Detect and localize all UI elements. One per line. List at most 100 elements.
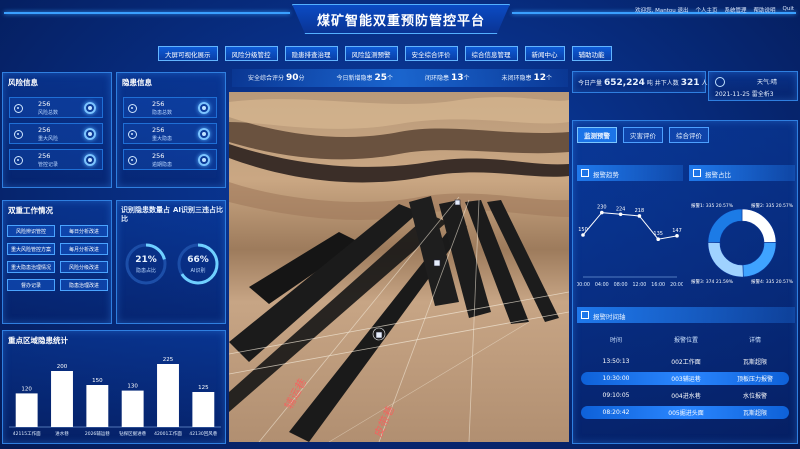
- link-help[interactable]: 帮助说明: [753, 6, 775, 14]
- alarm-trend-title: 报警趋势: [593, 171, 619, 179]
- work-btn-monthly[interactable]: 每月分析改进: [60, 243, 108, 255]
- header-links: 欢迎您, Mantou 退出 个人主页 系统管理 帮助说明 Quit: [635, 6, 794, 14]
- tunnel-label-aux: 辅运巷: [281, 376, 309, 412]
- pie-slice: [707, 208, 743, 243]
- nav-item-safety[interactable]: 安全综合评价: [404, 46, 458, 61]
- alarm-table-title: 报警时间轴: [593, 313, 626, 321]
- hazard-overdue-label: 逾期隐患: [152, 162, 173, 168]
- hazard-item-major[interactable]: 256 重大隐患: [123, 123, 217, 144]
- hazard-overdue-value: 256: [152, 152, 165, 160]
- nav-item-hazard[interactable]: 隐患排查治理: [284, 46, 338, 61]
- nav-item-aux[interactable]: 辅助功能: [571, 46, 612, 61]
- pie-slice: [741, 208, 777, 243]
- donut-ai-value: 66%: [187, 255, 209, 265]
- alarm-trend-header: 报警趋势: [577, 165, 683, 181]
- hazard-item-total[interactable]: 256 隐患总数: [123, 97, 217, 118]
- nav-item-news[interactable]: 新闻中心: [524, 46, 565, 61]
- alarm-table-header: 报警时间轴: [577, 307, 795, 323]
- tab-overall[interactable]: 综合评价: [669, 127, 709, 143]
- pie-label: 报警4: 335 20.57%: [751, 278, 794, 285]
- trend-value-label: 135: [653, 231, 663, 237]
- nav-item-risk[interactable]: 风险分级管控: [224, 46, 278, 61]
- target-icon: [84, 102, 96, 114]
- bar-category-label: 42115工作面: [13, 430, 41, 437]
- bar: [121, 390, 144, 427]
- district-panel: 重点区域隐患统计 120 42115工作面 200 进水巷 150 2026辅运巷 130 钻…: [2, 330, 226, 444]
- nav-item-info[interactable]: 综合信息管理: [464, 46, 518, 61]
- target-icon: [198, 154, 210, 166]
- trend-point: [637, 214, 642, 218]
- link-quit[interactable]: Quit: [783, 6, 795, 14]
- link-home[interactable]: 个人主页: [695, 6, 717, 14]
- hazard-total-icon: [128, 104, 137, 113]
- trend-x-label: 00:00: [577, 282, 590, 288]
- risk-records-value: 256: [38, 152, 51, 160]
- trend-x-label: 12:00: [632, 282, 646, 288]
- weather-box: 天气:晴 2021-11-25 雷全析3: [708, 71, 798, 101]
- page-title: 煤矿智能双重预防管控平台: [316, 13, 485, 29]
- bar: [192, 392, 215, 427]
- alarm-table-head: 时间 报警位置 详情: [609, 337, 761, 344]
- pie-slice: [707, 242, 744, 278]
- work-btn-hazard-improve[interactable]: 隐患治理改进: [60, 279, 108, 291]
- trend-point: [581, 233, 585, 237]
- production-box: 今日产量 652,224 吨 井下人数 321 人: [572, 71, 708, 93]
- pie-label: 报警3: 374 21.59%: [691, 278, 734, 285]
- risk-records-label: 管控记录: [38, 162, 59, 168]
- table-row[interactable]: 10:30:00 003辅运巷 顶板压力报警: [581, 372, 789, 385]
- table-row[interactable]: 13:50:13 002工作面 瓦斯超限: [581, 355, 789, 368]
- stat-closed: 闭环隐患 13个: [425, 73, 470, 83]
- risk-item-total[interactable]: 256 风险总数: [9, 97, 103, 118]
- table-row[interactable]: 09:10:05 004进水巷 水位报警: [581, 389, 789, 402]
- link-system[interactable]: 系统管理: [724, 6, 746, 14]
- right-panel: 监测预警 灾害评价 综合评价 报警趋势 150 00:00 230 04:00 224 0…: [572, 120, 798, 444]
- bar-value-label: 125: [198, 385, 209, 391]
- work-btn-major-plan[interactable]: 重大风险管控方案: [7, 243, 55, 255]
- risk-panel-title: 风险信息: [8, 78, 38, 87]
- trend-point: [618, 212, 623, 217]
- risk-item-records[interactable]: 256 管控记录: [9, 149, 103, 170]
- bar-value-label: 150: [92, 378, 103, 384]
- trend-x-label: 16:00: [651, 282, 665, 288]
- weather-date: 2021-11-25 雷全析3: [715, 91, 774, 98]
- alarm-ratio-header: 报警占比: [689, 165, 795, 181]
- work-btn-risk-id[interactable]: 风险辨识管控: [7, 225, 55, 237]
- work-btn-major-hazard[interactable]: 重大隐患治理情况: [7, 261, 55, 273]
- alarm-ratio-chart: 报警1: 335 20.57% 报警2: 335 20.57% 报警3: 374 2…: [691, 202, 794, 285]
- production-text: 今日产量 652,224 吨 井下人数 321 人: [578, 78, 708, 88]
- hazard-panel-title: 隐患信息: [122, 78, 152, 87]
- risk-item-major[interactable]: 256 重大风险: [9, 123, 103, 144]
- mine-3d-view[interactable]: 辅运巷 皮带巷: [229, 92, 569, 442]
- ratio-title-hazard: 识别隐患数量占比: [121, 206, 170, 223]
- header-line-left: [4, 12, 290, 14]
- hazard-total-label: 隐患总数: [152, 110, 173, 116]
- risk-total-icon: [14, 104, 23, 113]
- hazard-item-overdue[interactable]: 256 逾期隐患: [123, 149, 217, 170]
- welcome-text[interactable]: 欢迎您, Mantou 退出: [635, 6, 688, 14]
- table-row[interactable]: 08:20:42 005掘进头面 瓦斯超限: [581, 406, 789, 419]
- hazard-panel: 隐患信息 256 隐患总数 256 重大隐患 256 逾期隐患: [116, 72, 226, 188]
- hazard-major-icon: [128, 130, 137, 139]
- tunnel-label-belt: 皮带巷: [372, 404, 397, 439]
- risk-major-label: 重大风险: [38, 136, 59, 142]
- monitor-icon: [581, 169, 589, 177]
- trend-value-label: 230: [597, 205, 607, 211]
- hazard-total-value: 256: [152, 100, 165, 108]
- tab-monitor[interactable]: 监测预警: [577, 127, 617, 143]
- work-btn-supervise[interactable]: 督办记录: [7, 279, 55, 291]
- nav-item-visual[interactable]: 大屏可视化展示: [158, 46, 218, 61]
- trend-point: [656, 237, 660, 241]
- district-bar-chart: 120 42115工作面 200 进水巷 150 2026辅运巷 130 钻探区掘进巷 225 4…: [9, 357, 221, 437]
- trend-value-label: 224: [616, 206, 626, 212]
- bar-value-label: 130: [127, 384, 138, 390]
- work-btn-level[interactable]: 风险分级改进: [60, 261, 108, 273]
- trend-value-label: 147: [672, 228, 682, 234]
- nav-item-monitor[interactable]: 风险监测预警: [344, 46, 398, 61]
- tab-disaster[interactable]: 灾害评价: [623, 127, 663, 143]
- work-btn-daily[interactable]: 每日分析改进: [60, 225, 108, 237]
- ratio-panel: 识别隐患数量占比 AI识别三违占比 21% 隐患占比 66% AI识别: [116, 200, 226, 324]
- trend-value-label: 218: [635, 208, 645, 214]
- stat-open: 未闭环隐患 12个: [501, 73, 552, 83]
- alarm-trend-chart: 150 00:00 230 04:00 224 08:00 218 12:00 135 16:00…: [577, 205, 683, 288]
- stat-score: 安全综合评分 90分: [248, 73, 305, 83]
